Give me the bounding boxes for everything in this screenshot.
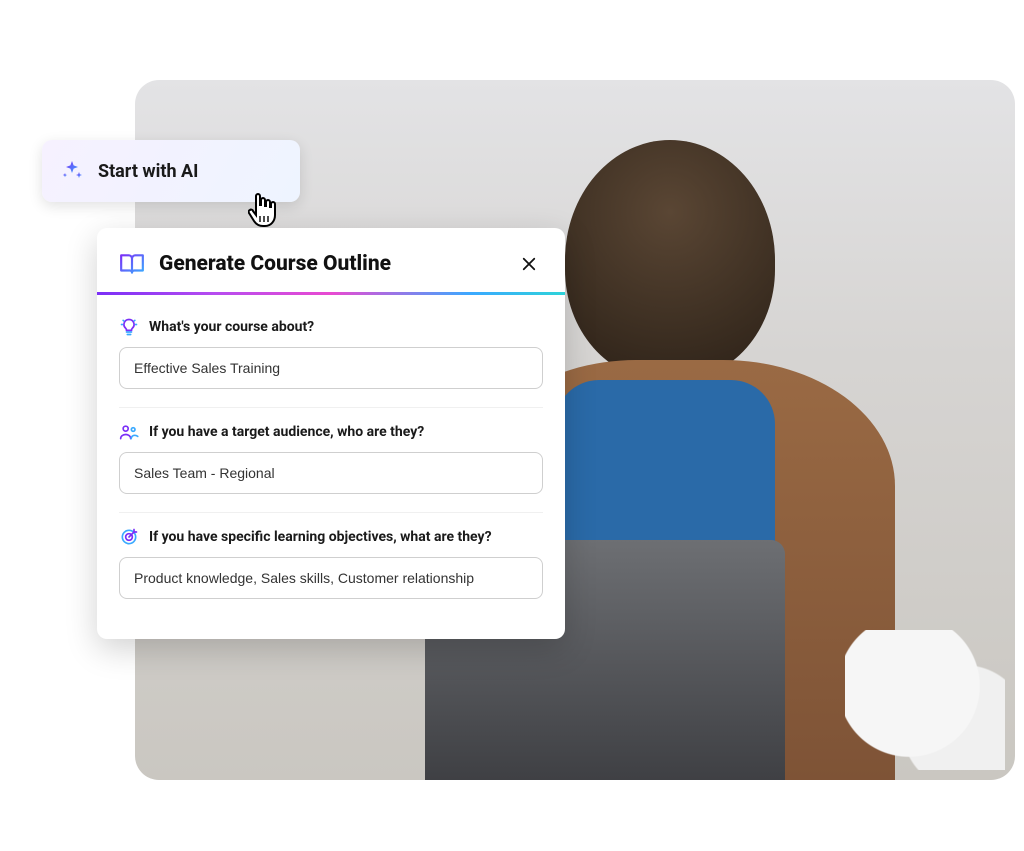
sparkle-icon xyxy=(60,159,84,183)
field-label: If you have specific learning objectives… xyxy=(119,527,543,547)
close-button[interactable] xyxy=(515,250,543,278)
field-label-text: If you have specific learning objectives… xyxy=(149,529,492,545)
field-learning-objectives: If you have specific learning objectives… xyxy=(119,512,543,617)
target-icon xyxy=(119,527,139,547)
field-label: What's your course about? xyxy=(119,317,543,337)
lightbulb-icon xyxy=(119,317,139,337)
learning-objectives-input[interactable] xyxy=(119,557,543,599)
field-course-topic: What's your course about? xyxy=(119,303,543,407)
people-icon xyxy=(119,422,139,442)
modal-title: Generate Course Outline xyxy=(159,252,501,276)
photo-headphones xyxy=(845,630,1005,770)
modal-form: What's your course about? If you have a … xyxy=(97,295,565,617)
pointer-cursor-icon xyxy=(248,192,282,232)
field-label-text: If you have a target audience, who are t… xyxy=(149,424,424,440)
field-label-text: What's your course about? xyxy=(149,319,314,335)
start-with-ai-label: Start with AI xyxy=(98,161,198,182)
field-label: If you have a target audience, who are t… xyxy=(119,422,543,442)
target-audience-input[interactable] xyxy=(119,452,543,494)
course-topic-input[interactable] xyxy=(119,347,543,389)
close-icon xyxy=(520,255,538,273)
field-target-audience: If you have a target audience, who are t… xyxy=(119,407,543,512)
book-open-icon xyxy=(119,251,145,277)
generate-course-outline-modal: Generate Course Outline What's your cour… xyxy=(97,228,565,639)
modal-header: Generate Course Outline xyxy=(97,246,565,292)
